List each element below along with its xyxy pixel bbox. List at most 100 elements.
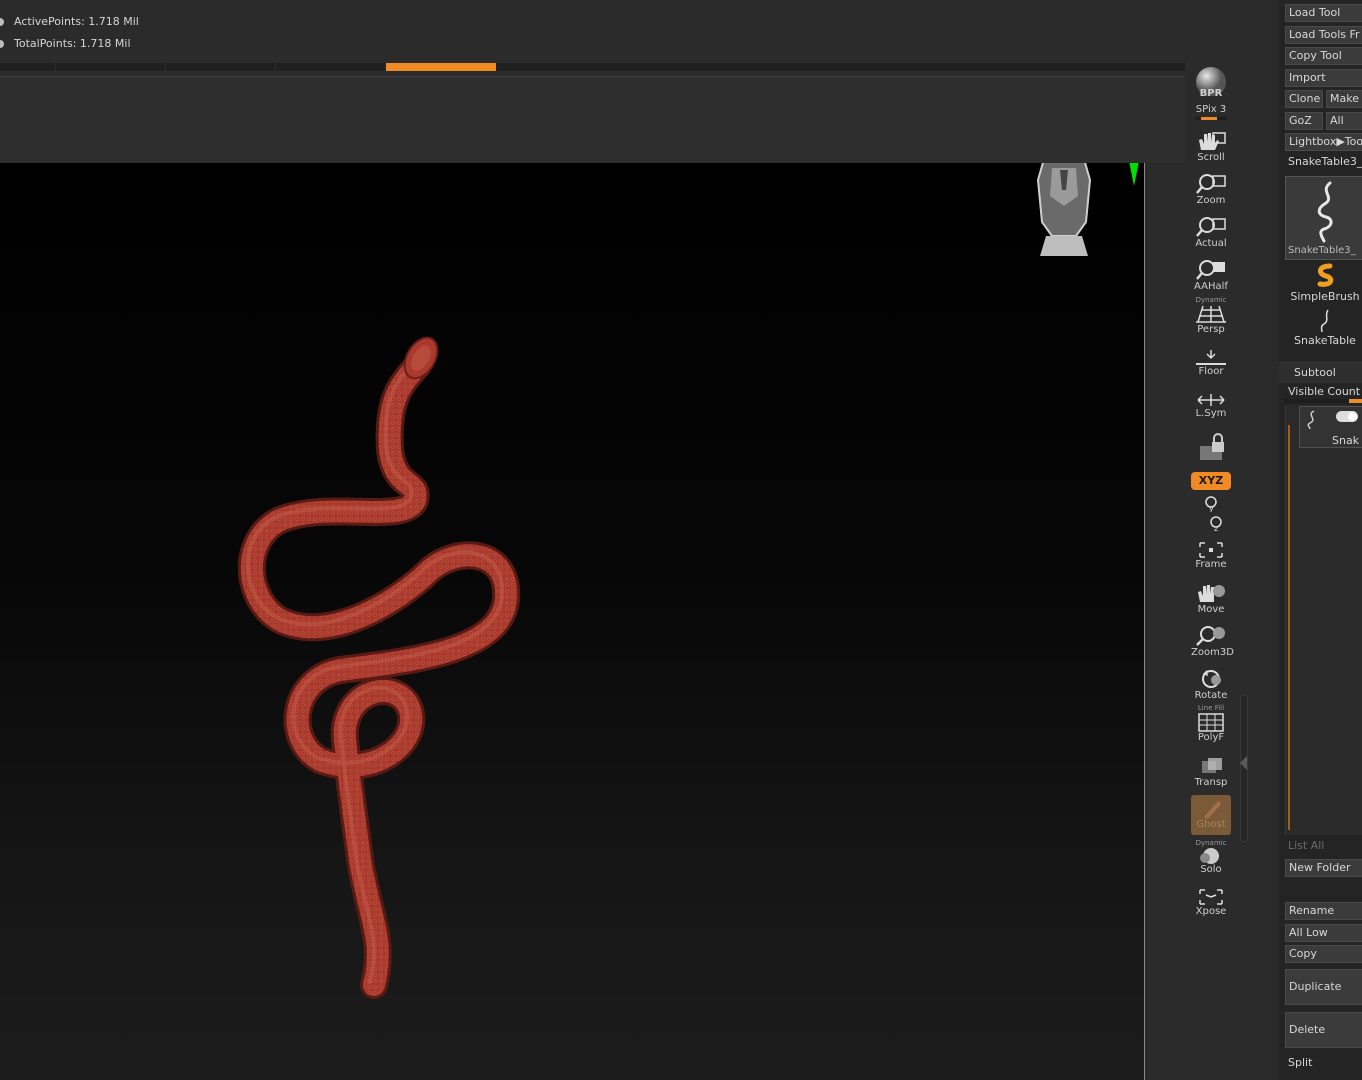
new-folder-button[interactable]: New Folder — [1285, 859, 1362, 877]
total-points-label: TotalPoints: 1.718 Mil — [14, 37, 131, 50]
snake-table-tool[interactable]: SnakeTable — [1285, 306, 1362, 348]
goz-all-button[interactable]: All — [1326, 112, 1362, 130]
xyz-symmetry-button[interactable]: XYZ — [1191, 472, 1231, 490]
zoom3d-icon — [1196, 626, 1225, 646]
subtool-list-accent — [1288, 425, 1290, 830]
current-tool-thumbnail[interactable]: SnakeTable3_ — [1285, 176, 1362, 260]
stat-marker-icon — [0, 18, 4, 26]
rotate-z-icon: z — [1210, 516, 1222, 532]
symmetry-arrows-icon — [1197, 394, 1225, 406]
solo-icon — [1200, 848, 1219, 864]
transp-label: Transp — [1194, 777, 1228, 788]
copy-button[interactable]: Copy — [1285, 945, 1362, 963]
simple-brush-tool[interactable]: SimpleBrush — [1285, 262, 1362, 304]
spix-slider[interactable]: SPix 3 — [1191, 104, 1231, 124]
bpr-button[interactable]: BPR — [1191, 64, 1231, 104]
subtool-snake-icon — [1307, 410, 1315, 429]
rotate-button[interactable]: Rotate — [1191, 666, 1231, 706]
persp-sub-label: Dynamic — [1195, 296, 1227, 304]
list-all-button[interactable]: List All — [1288, 839, 1324, 852]
perspective-grid-icon — [1196, 305, 1226, 323]
ghost-brush-icon — [1204, 801, 1221, 819]
solo-label: Solo — [1200, 864, 1222, 875]
stat-marker-icon — [0, 40, 4, 48]
import-button[interactable]: Import — [1285, 69, 1362, 87]
goz-button[interactable]: GoZ — [1285, 112, 1323, 130]
frame-button[interactable]: Frame — [1191, 537, 1231, 577]
xpose-icon — [1199, 889, 1223, 905]
clone-button[interactable]: Clone — [1285, 90, 1323, 108]
subtool-item[interactable]: Snak — [1299, 406, 1362, 448]
lsym-button[interactable]: L.Sym — [1191, 386, 1231, 426]
floor-icon — [1196, 350, 1226, 365]
snake-table-icon — [1320, 309, 1329, 333]
magnifier-actual-icon — [1196, 217, 1226, 237]
polyf-sub-label: Line Fill — [1197, 704, 1225, 712]
canvas-edge — [1144, 163, 1145, 1080]
scroll-button[interactable]: Scroll — [1191, 128, 1231, 168]
progress-bar — [0, 63, 1185, 71]
move-button[interactable]: Move — [1191, 580, 1231, 620]
lightbox-tools-button[interactable]: Lightbox▶Too — [1285, 133, 1362, 151]
snake-table-label: SnakeTable — [1294, 334, 1356, 347]
transp-button[interactable]: Transp — [1191, 753, 1231, 793]
subtool-item-label: Snak — [1332, 434, 1360, 447]
lock-icon — [1200, 433, 1224, 460]
magnifier-half-icon — [1196, 260, 1225, 280]
persp-button[interactable]: Dynamic Persp — [1191, 296, 1231, 342]
solo-sub-label: Dynamic — [1195, 839, 1227, 847]
load-tools-from-button[interactable]: Load Tools Fr — [1285, 26, 1362, 44]
solo-button[interactable]: Dynamic Solo — [1191, 839, 1231, 882]
rotate-y-button[interactable]: y — [1191, 492, 1231, 512]
orientation-head-icon[interactable] — [1036, 163, 1092, 256]
visibility-toggle[interactable] — [1336, 411, 1358, 422]
subtool-list[interactable] — [1285, 405, 1362, 835]
snake-model[interactable] — [0, 163, 1145, 1080]
rename-button[interactable]: Rename — [1285, 902, 1362, 920]
copy-tool-button[interactable]: Copy Tool — [1285, 47, 1362, 65]
tool-panel: Load Tool Load Tools Fr Copy Tool Import… — [1279, 0, 1362, 1080]
document-canvas[interactable] — [0, 163, 1145, 1080]
visible-count-slider[interactable] — [1285, 399, 1362, 403]
floor-label: Floor — [1198, 366, 1224, 377]
thumbnail-label: SnakeTable3_ — [1288, 245, 1356, 256]
ghost-button[interactable]: Ghost — [1191, 795, 1231, 835]
zoom-label: Zoom — [1196, 195, 1226, 206]
make-button[interactable]: Make — [1326, 90, 1362, 108]
aahalf-label: AAHalf — [1194, 281, 1228, 292]
actual-button[interactable]: Actual — [1191, 214, 1231, 254]
snake-thumbnail-icon — [1317, 181, 1333, 243]
xpose-label: Xpose — [1195, 906, 1227, 917]
all-low-button[interactable]: All Low — [1285, 924, 1362, 942]
simple-brush-label: SimpleBrush — [1290, 290, 1360, 303]
zoom3d-button[interactable]: Zoom3D — [1191, 623, 1234, 663]
split-section-label[interactable]: Split — [1288, 1056, 1312, 1069]
move-hand-icon — [1198, 585, 1225, 602]
bpr-label: BPR — [1199, 88, 1223, 99]
rotate-y-icon: y — [1205, 496, 1217, 512]
delete-button[interactable]: Delete — [1285, 1012, 1362, 1048]
zoom3d-label: Zoom3D — [1191, 647, 1234, 658]
polyf-label: PolyF — [1197, 732, 1225, 743]
polyf-button[interactable]: Line Fill PolyF — [1191, 704, 1231, 750]
top-shelf — [0, 77, 1185, 163]
subtool-header[interactable]: Subtool — [1279, 362, 1362, 383]
aahalf-button[interactable]: AAHalf — [1191, 257, 1231, 297]
polyframe-grid-icon — [1198, 713, 1224, 732]
collapse-arrow-icon[interactable] — [1240, 756, 1247, 770]
duplicate-button[interactable]: Duplicate — [1285, 969, 1362, 1005]
lock-button[interactable] — [1191, 430, 1231, 470]
zoom-button[interactable]: Zoom — [1191, 171, 1231, 211]
info-bar: ActivePoints: 1.718 Mil TotalPoints: 1.7… — [0, 0, 1185, 64]
active-points-label: ActivePoints: 1.718 Mil — [14, 15, 139, 28]
hand-icon — [1199, 132, 1226, 150]
rotate-label: Rotate — [1194, 690, 1228, 701]
load-tool-button[interactable]: Load Tool — [1285, 4, 1362, 22]
frame-icon — [1199, 542, 1223, 558]
floor-button[interactable]: Floor — [1191, 342, 1231, 382]
rotate-z-button[interactable]: z — [1191, 512, 1231, 532]
subtool-title: Subtool — [1294, 366, 1336, 379]
move-label: Move — [1197, 604, 1225, 615]
xpose-button[interactable]: Xpose — [1191, 884, 1231, 924]
current-tool-name: SnakeTable3_ — [1288, 155, 1362, 168]
